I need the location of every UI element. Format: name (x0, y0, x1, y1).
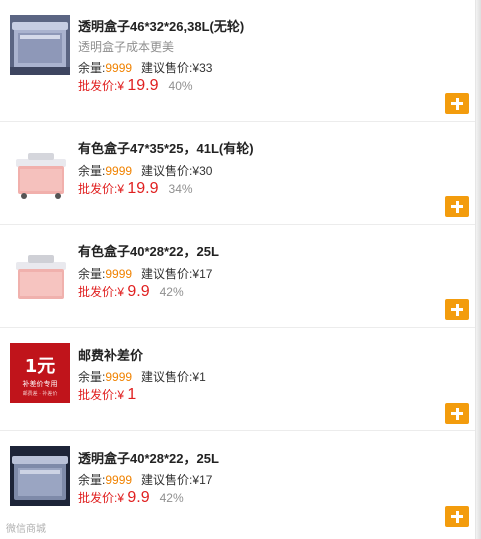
stock-value: 9999 (105, 473, 133, 487)
list-item[interactable]: 透明盒子46*32*26,38L(无轮) 透明盒子成本更美 余量:9999 建议售… (0, 0, 475, 121)
badge-big-text: 1元 (25, 356, 56, 377)
discount-percent: 34% (168, 182, 193, 196)
wholesale-price: 19.9 (127, 77, 159, 94)
currency-symbol: ¥ (117, 285, 125, 299)
list-item[interactable]: 有色盒子47*35*25，41L(有轮) 余量:9999 建议售价:¥30 批发价… (0, 122, 475, 223)
wholesale-price: 19.9 (127, 180, 159, 197)
suggested-label: 建议售价: (141, 370, 193, 384)
wholesale-label: 批发价: (78, 491, 118, 505)
stock-label: 余量: (78, 61, 106, 75)
suggested-label: 建议售价: (141, 267, 193, 281)
watermark: 微信商城 (6, 524, 46, 535)
stock-line: 余量:9999 建议售价:¥17 (78, 471, 212, 488)
price-line: 批发价:¥ 9.9 42% (78, 489, 184, 507)
stock-value: 9999 (105, 61, 133, 75)
add-button[interactable] (445, 93, 469, 114)
price-line: 批发价:¥ 1 (78, 386, 136, 404)
stock-label: 余量: (78, 267, 106, 281)
product-thumbnail[interactable]: 1元 补差价专用 邮费差 · 补差价 (10, 343, 70, 403)
wholesale-label: 批发价: (78, 182, 118, 196)
add-button[interactable] (445, 506, 469, 527)
stock-line: 余量:9999 建议售价:¥1 (78, 368, 206, 385)
stock-value: 9999 (105, 164, 133, 178)
product-title[interactable]: 有色盒子40*28*22，25L (78, 241, 458, 260)
list-item[interactable]: 有色盒子40*28*22，25L 余量:9999 建议售价:¥17 批发价:¥ 9… (0, 225, 475, 327)
wholesale-label: 批发价: (78, 79, 118, 93)
price-line: 批发价:¥ 19.9 40% (78, 77, 193, 95)
postage-badge: 1元 补差价专用 邮费差 · 补差价 (10, 343, 70, 403)
currency-symbol: ¥ (117, 79, 125, 93)
stock-label: 余量: (78, 370, 106, 384)
product-title[interactable]: 透明盒子46*32*26,38L(无轮) (78, 16, 458, 35)
suggested-price: ¥30 (192, 164, 213, 178)
wholesale-price: 9.9 (127, 489, 150, 506)
currency-symbol: ¥ (117, 388, 125, 402)
discount-percent: 42% (159, 491, 184, 505)
product-thumbnail[interactable] (10, 145, 70, 205)
list-item[interactable]: 透明盒子40*28*22，25L 余量:9999 建议售价:¥17 批发价:¥ 9… (0, 431, 475, 539)
stock-label: 余量: (78, 473, 106, 487)
suggested-label: 建议售价: (141, 473, 193, 487)
suggested-price: ¥17 (192, 267, 213, 281)
suggested-price: ¥33 (192, 61, 213, 75)
product-title[interactable]: 邮费补差价 (78, 345, 458, 364)
suggested-label: 建议售价: (141, 164, 193, 178)
suggested-price: ¥17 (192, 473, 213, 487)
price-line: 批发价:¥ 9.9 42% (78, 283, 184, 301)
discount-percent: 40% (168, 79, 193, 93)
stock-line: 余量:9999 建议售价:¥30 (78, 162, 212, 179)
list-item[interactable]: 1元 补差价专用 邮费差 · 补差价 邮费补差价 余量:9999 建议售价:¥1 … (0, 328, 475, 430)
product-thumbnail[interactable] (10, 446, 70, 506)
suggested-label: 建议售价: (141, 61, 193, 75)
wholesale-price: 1 (127, 386, 137, 403)
add-button[interactable] (445, 196, 469, 217)
wholesale-label: 批发价: (78, 388, 118, 402)
product-title[interactable]: 有色盒子47*35*25，41L(有轮) (78, 138, 458, 157)
wholesale-price: 9.9 (127, 283, 150, 300)
stock-line: 余量:9999 建议售价:¥33 (78, 59, 212, 76)
badge-line2: 邮费差 · 补差价 (23, 390, 58, 397)
stock-line: 余量:9999 建议售价:¥17 (78, 265, 212, 282)
stock-value: 9999 (105, 267, 133, 281)
add-button[interactable] (445, 299, 469, 320)
badge-line1: 补差价专用 (23, 379, 58, 388)
stock-value: 9999 (105, 370, 133, 384)
currency-symbol: ¥ (117, 491, 125, 505)
wholesale-label: 批发价: (78, 285, 118, 299)
product-thumbnail[interactable] (10, 248, 70, 308)
product-title[interactable]: 透明盒子40*28*22，25L (78, 448, 458, 467)
currency-symbol: ¥ (117, 182, 125, 196)
right-edge-shadow (475, 0, 481, 539)
price-line: 批发价:¥ 19.9 34% (78, 180, 193, 198)
product-subtitle: 透明盒子成本更美 (78, 40, 175, 54)
discount-percent: 42% (159, 285, 184, 299)
product-thumbnail[interactable] (10, 15, 70, 75)
suggested-price: ¥1 (192, 370, 206, 384)
stock-label: 余量: (78, 164, 106, 178)
add-button[interactable] (445, 403, 469, 424)
